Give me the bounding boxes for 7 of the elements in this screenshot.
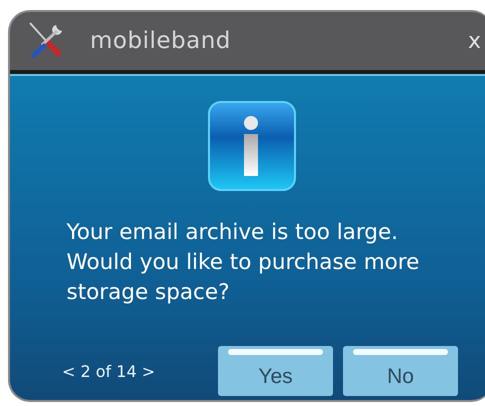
window-title: mobileband xyxy=(90,28,232,54)
dialog-button[interactable]: Yes xyxy=(218,346,333,396)
message-text: Your email archive is too large. Would you like to purchase more storage space? xyxy=(66,219,420,307)
info-icon xyxy=(206,100,296,192)
dialog-button[interactable]: No xyxy=(343,346,458,396)
close-button[interactable]: x xyxy=(466,28,483,54)
page-counter: < 2 of 14 > xyxy=(62,362,156,380)
